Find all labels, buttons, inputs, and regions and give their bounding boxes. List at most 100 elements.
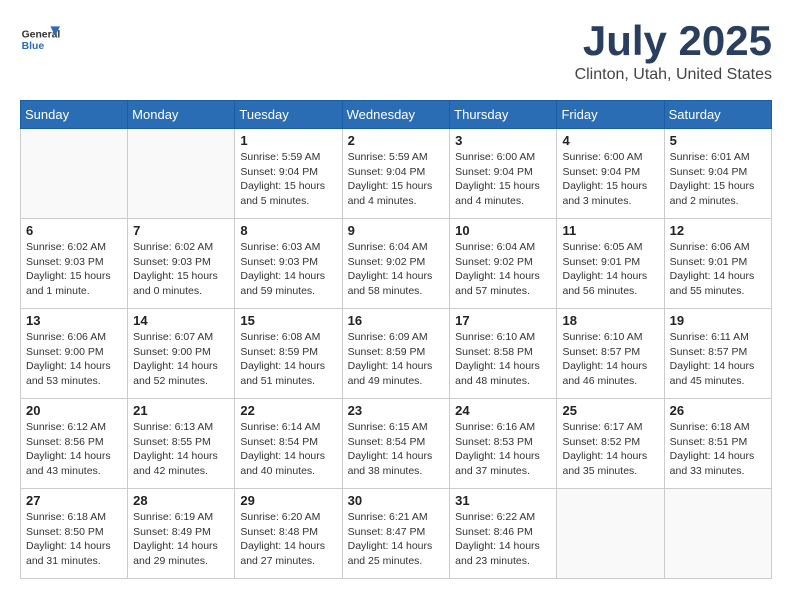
day-number: 28 bbox=[133, 493, 229, 508]
day-number: 31 bbox=[455, 493, 551, 508]
day-number: 2 bbox=[348, 133, 445, 148]
logo-icon: General Blue bbox=[20, 20, 60, 60]
day-number: 29 bbox=[240, 493, 336, 508]
calendar-cell: 16 Sunrise: 6:09 AM Sunset: 8:59 PM Dayli… bbox=[342, 309, 450, 399]
calendar-week-4: 20 Sunrise: 6:12 AM Sunset: 8:56 PM Dayli… bbox=[21, 399, 772, 489]
calendar-cell: 7 Sunrise: 6:02 AM Sunset: 9:03 PM Daylig… bbox=[128, 219, 235, 309]
day-info: Sunrise: 6:08 AM Sunset: 8:59 PM Dayligh… bbox=[240, 330, 336, 389]
calendar-header-row: SundayMondayTuesdayWednesdayThursdayFrid… bbox=[21, 101, 772, 129]
calendar-cell bbox=[557, 489, 664, 579]
day-number: 20 bbox=[26, 403, 122, 418]
day-info: Sunrise: 6:22 AM Sunset: 8:46 PM Dayligh… bbox=[455, 510, 551, 569]
day-number: 11 bbox=[562, 223, 658, 238]
calendar-week-5: 27 Sunrise: 6:18 AM Sunset: 8:50 PM Dayli… bbox=[21, 489, 772, 579]
calendar-cell: 13Sunrise: 6:06 AM Sunset: 9:00 PM Dayli… bbox=[21, 309, 128, 399]
calendar-cell: 22 Sunrise: 6:14 AM Sunset: 8:54 PM Dayli… bbox=[235, 399, 342, 489]
day-number: 14 bbox=[133, 313, 229, 328]
calendar-cell bbox=[664, 489, 771, 579]
month-title: July 2025 bbox=[575, 20, 772, 62]
calendar-cell: 15 Sunrise: 6:08 AM Sunset: 8:59 PM Dayli… bbox=[235, 309, 342, 399]
day-header-monday: Monday bbox=[128, 101, 235, 129]
calendar-cell: 29 Sunrise: 6:20 AM Sunset: 8:48 PM Dayli… bbox=[235, 489, 342, 579]
calendar-cell: 17 Sunrise: 6:10 AM Sunset: 8:58 PM Dayli… bbox=[450, 309, 557, 399]
day-number: 9 bbox=[348, 223, 445, 238]
day-number: 30 bbox=[348, 493, 445, 508]
calendar-cell: 26 Sunrise: 6:18 AM Sunset: 8:51 PM Dayli… bbox=[664, 399, 771, 489]
location: Clinton, Utah, United States bbox=[575, 66, 772, 84]
day-info: Sunrise: 6:18 AM Sunset: 8:50 PM Dayligh… bbox=[26, 510, 122, 569]
day-info: Sunrise: 5:59 AM Sunset: 9:04 PM Dayligh… bbox=[348, 150, 445, 209]
day-info: Sunrise: 6:06 AM Sunset: 9:00 PM Dayligh… bbox=[26, 330, 122, 389]
day-info: Sunrise: 6:01 AM Sunset: 9:04 PM Dayligh… bbox=[670, 150, 766, 209]
calendar-cell: 27 Sunrise: 6:18 AM Sunset: 8:50 PM Dayli… bbox=[21, 489, 128, 579]
calendar-cell: 25Sunrise: 6:17 AM Sunset: 8:52 PM Dayli… bbox=[557, 399, 664, 489]
day-number: 24 bbox=[455, 403, 551, 418]
day-number: 18 bbox=[562, 313, 658, 328]
calendar-cell: 31 Sunrise: 6:22 AM Sunset: 8:46 PM Dayli… bbox=[450, 489, 557, 579]
calendar-cell: 18 Sunrise: 6:10 AM Sunset: 8:57 PM Dayli… bbox=[557, 309, 664, 399]
day-number: 19 bbox=[670, 313, 766, 328]
day-info: Sunrise: 6:10 AM Sunset: 8:58 PM Dayligh… bbox=[455, 330, 551, 389]
day-info: Sunrise: 6:06 AM Sunset: 9:01 PM Dayligh… bbox=[670, 240, 766, 299]
day-info: Sunrise: 6:21 AM Sunset: 8:47 PM Dayligh… bbox=[348, 510, 445, 569]
day-number: 26 bbox=[670, 403, 766, 418]
day-info: Sunrise: 6:02 AM Sunset: 9:03 PM Dayligh… bbox=[133, 240, 229, 299]
day-info: Sunrise: 6:00 AM Sunset: 9:04 PM Dayligh… bbox=[562, 150, 658, 209]
calendar-cell: 24 Sunrise: 6:16 AM Sunset: 8:53 PM Dayli… bbox=[450, 399, 557, 489]
calendar-cell: 9 Sunrise: 6:04 AM Sunset: 9:02 PM Daylig… bbox=[342, 219, 450, 309]
calendar-cell: 2 Sunrise: 5:59 AM Sunset: 9:04 PM Daylig… bbox=[342, 129, 450, 219]
day-info: Sunrise: 5:59 AM Sunset: 9:04 PM Dayligh… bbox=[240, 150, 336, 209]
calendar-cell: 21 Sunrise: 6:13 AM Sunset: 8:55 PM Dayli… bbox=[128, 399, 235, 489]
calendar-cell: 12 Sunrise: 6:06 AM Sunset: 9:01 PM Dayli… bbox=[664, 219, 771, 309]
day-info: Sunrise: 6:14 AM Sunset: 8:54 PM Dayligh… bbox=[240, 420, 336, 479]
day-number: 16 bbox=[348, 313, 445, 328]
day-number: 4 bbox=[562, 133, 658, 148]
day-number: 22 bbox=[240, 403, 336, 418]
day-info: Sunrise: 6:04 AM Sunset: 9:02 PM Dayligh… bbox=[348, 240, 445, 299]
day-info: Sunrise: 6:19 AM Sunset: 8:49 PM Dayligh… bbox=[133, 510, 229, 569]
calendar-cell: 20 Sunrise: 6:12 AM Sunset: 8:56 PM Dayli… bbox=[21, 399, 128, 489]
svg-text:Blue: Blue bbox=[22, 41, 45, 52]
calendar-cell: 28 Sunrise: 6:19 AM Sunset: 8:49 PM Dayli… bbox=[128, 489, 235, 579]
day-number: 6 bbox=[26, 223, 122, 238]
calendar-cell: 30 Sunrise: 6:21 AM Sunset: 8:47 PM Dayli… bbox=[342, 489, 450, 579]
day-number: 3 bbox=[455, 133, 551, 148]
calendar-cell: 14Sunrise: 6:07 AM Sunset: 9:00 PM Dayli… bbox=[128, 309, 235, 399]
day-info: Sunrise: 6:05 AM Sunset: 9:01 PM Dayligh… bbox=[562, 240, 658, 299]
title-block: July 2025 Clinton, Utah, United States bbox=[575, 20, 772, 84]
calendar-cell bbox=[128, 129, 235, 219]
day-number: 25 bbox=[562, 403, 658, 418]
day-info: Sunrise: 6:00 AM Sunset: 9:04 PM Dayligh… bbox=[455, 150, 551, 209]
calendar-cell: 10Sunrise: 6:04 AM Sunset: 9:02 PM Dayli… bbox=[450, 219, 557, 309]
day-info: Sunrise: 6:16 AM Sunset: 8:53 PM Dayligh… bbox=[455, 420, 551, 479]
day-info: Sunrise: 6:10 AM Sunset: 8:57 PM Dayligh… bbox=[562, 330, 658, 389]
day-number: 12 bbox=[670, 223, 766, 238]
day-info: Sunrise: 6:18 AM Sunset: 8:51 PM Dayligh… bbox=[670, 420, 766, 479]
day-number: 15 bbox=[240, 313, 336, 328]
calendar-cell: 4 Sunrise: 6:00 AM Sunset: 9:04 PM Daylig… bbox=[557, 129, 664, 219]
day-number: 21 bbox=[133, 403, 229, 418]
day-info: Sunrise: 6:20 AM Sunset: 8:48 PM Dayligh… bbox=[240, 510, 336, 569]
calendar-table: SundayMondayTuesdayWednesdayThursdayFrid… bbox=[20, 100, 772, 579]
day-info: Sunrise: 6:13 AM Sunset: 8:55 PM Dayligh… bbox=[133, 420, 229, 479]
calendar-week-2: 6 Sunrise: 6:02 AM Sunset: 9:03 PM Daylig… bbox=[21, 219, 772, 309]
day-number: 7 bbox=[133, 223, 229, 238]
calendar-week-3: 13Sunrise: 6:06 AM Sunset: 9:00 PM Dayli… bbox=[21, 309, 772, 399]
day-info: Sunrise: 6:04 AM Sunset: 9:02 PM Dayligh… bbox=[455, 240, 551, 299]
day-header-tuesday: Tuesday bbox=[235, 101, 342, 129]
calendar-cell: 5 Sunrise: 6:01 AM Sunset: 9:04 PM Daylig… bbox=[664, 129, 771, 219]
calendar-cell: 19 Sunrise: 6:11 AM Sunset: 8:57 PM Dayli… bbox=[664, 309, 771, 399]
day-header-saturday: Saturday bbox=[664, 101, 771, 129]
day-info: Sunrise: 6:09 AM Sunset: 8:59 PM Dayligh… bbox=[348, 330, 445, 389]
calendar-cell: 8Sunrise: 6:03 AM Sunset: 9:03 PM Daylig… bbox=[235, 219, 342, 309]
calendar-cell: 23Sunrise: 6:15 AM Sunset: 8:54 PM Dayli… bbox=[342, 399, 450, 489]
day-number: 17 bbox=[455, 313, 551, 328]
calendar-cell: 6 Sunrise: 6:02 AM Sunset: 9:03 PM Daylig… bbox=[21, 219, 128, 309]
day-header-wednesday: Wednesday bbox=[342, 101, 450, 129]
day-info: Sunrise: 6:02 AM Sunset: 9:03 PM Dayligh… bbox=[26, 240, 122, 299]
day-info: Sunrise: 6:12 AM Sunset: 8:56 PM Dayligh… bbox=[26, 420, 122, 479]
day-number: 5 bbox=[670, 133, 766, 148]
day-info: Sunrise: 6:11 AM Sunset: 8:57 PM Dayligh… bbox=[670, 330, 766, 389]
day-number: 23 bbox=[348, 403, 445, 418]
day-number: 27 bbox=[26, 493, 122, 508]
